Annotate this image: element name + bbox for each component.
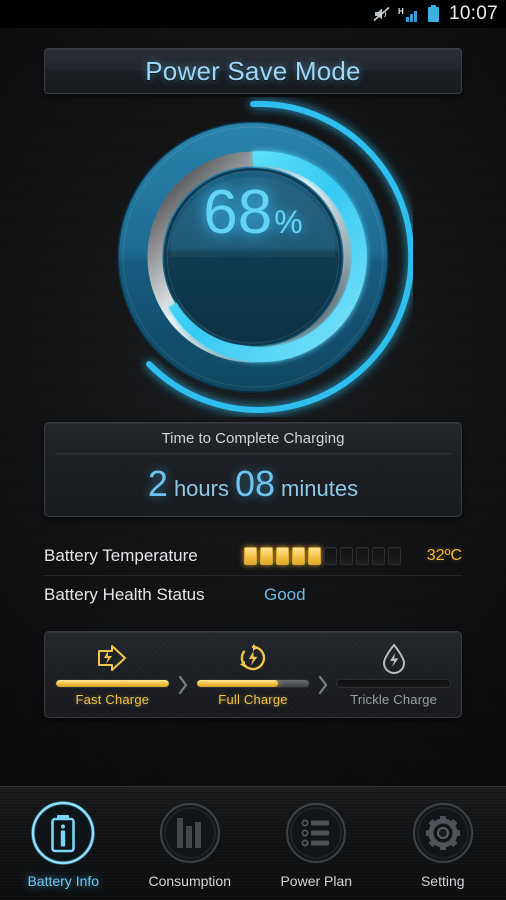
power-save-mode-button[interactable]: Power Save Mode [44, 48, 462, 94]
battery-gauge: 68 % [93, 97, 413, 417]
temperature-segment [356, 547, 369, 565]
stage-trickle-charge[interactable]: Trickle Charge [336, 640, 452, 707]
charging-hours-value: 2 [147, 463, 168, 504]
nav-item-consumption[interactable]: Consumption [127, 787, 254, 889]
gauge-graphic [117, 100, 413, 413]
fast-charge-progress [55, 679, 170, 688]
temperature-segment [324, 547, 337, 565]
bar-chart-icon [153, 796, 227, 870]
nav-label-power-plan: Power Plan [280, 873, 353, 889]
gear-icon [406, 796, 480, 870]
nav-label-consumption: Consumption [148, 873, 232, 889]
header-region: Power Save Mode [0, 28, 506, 94]
temperature-segment [244, 547, 257, 565]
nav-label-setting: Setting [420, 873, 465, 889]
stage-fast-charge[interactable]: Fast Charge [55, 640, 170, 707]
temperature-segment [372, 547, 385, 565]
temperature-segment [388, 547, 401, 565]
charging-time-title: Time to Complete Charging [55, 430, 451, 454]
nav-label-battery-info: Battery Info [27, 873, 100, 889]
trickle-charge-progress [336, 679, 452, 688]
status-clock: 10:07 [448, 2, 498, 24]
charging-time-panel: Time to Complete Charging 2 hours 08 min… [44, 422, 462, 517]
battery-health-value: Good [264, 584, 306, 604]
fast-charge-arrow-bolt-icon [95, 640, 129, 676]
battery-temperature-label: Battery Temperature [44, 546, 198, 565]
battery-temperature-row: Battery Temperature 32ºC [44, 537, 462, 575]
nav-item-power-plan[interactable]: Power Plan [253, 787, 380, 889]
mute-icon [373, 6, 391, 22]
full-charge-refresh-bolt-icon [236, 640, 270, 676]
trickle-charge-droplet-bolt-icon [379, 640, 409, 676]
battery-icon [427, 5, 440, 23]
temperature-segment [276, 547, 289, 565]
temperature-segment [292, 547, 305, 565]
charging-minutes-value: 08 [234, 463, 276, 504]
charging-hours-unit: hours [173, 476, 229, 501]
trickle-charge-label: Trickle Charge [350, 692, 438, 707]
charging-time-value: 2 hours 08 minutes [45, 454, 461, 505]
nav-item-setting[interactable]: Setting [380, 787, 506, 889]
battery-info-rows: Battery Temperature 32ºC Battery Health … [44, 537, 462, 613]
battery-health-label: Battery Health Status [44, 584, 205, 604]
stage-chevron-2-icon [310, 674, 336, 696]
page-title: Power Save Mode [145, 55, 361, 86]
full-charge-progress [195, 679, 311, 688]
bottom-navigation-bar: Battery Info Consumption Power Plan Sett… [0, 786, 506, 900]
charging-minutes-unit: minutes [281, 476, 359, 501]
battery-health-row: Battery Health Status Good [44, 575, 462, 613]
charge-stages-panel: Fast Charge Full Charge Trickle Charge [44, 631, 462, 718]
fast-charge-label: Fast Charge [75, 692, 150, 707]
stage-chevron-1-icon [170, 674, 196, 696]
temperature-segment-bar [244, 547, 401, 565]
battery-info-icon [26, 796, 100, 870]
stage-full-charge[interactable]: Full Charge [195, 640, 311, 707]
temperature-segment [308, 547, 321, 565]
status-bar: H 10:07 [0, 0, 506, 28]
svg-text:H: H [398, 7, 404, 16]
charge-stages-region: Fast Charge Full Charge Trickle Charge [44, 631, 462, 718]
full-charge-label: Full Charge [218, 692, 288, 707]
battery-temperature-value: 32ºC [426, 547, 462, 564]
signal-h-icon: H [398, 6, 420, 23]
battery-gauge-region: 68 % [0, 92, 506, 422]
temperature-segment [340, 547, 353, 565]
nav-item-battery-info[interactable]: Battery Info [0, 787, 127, 889]
temperature-segment [260, 547, 273, 565]
list-icon [279, 796, 353, 870]
